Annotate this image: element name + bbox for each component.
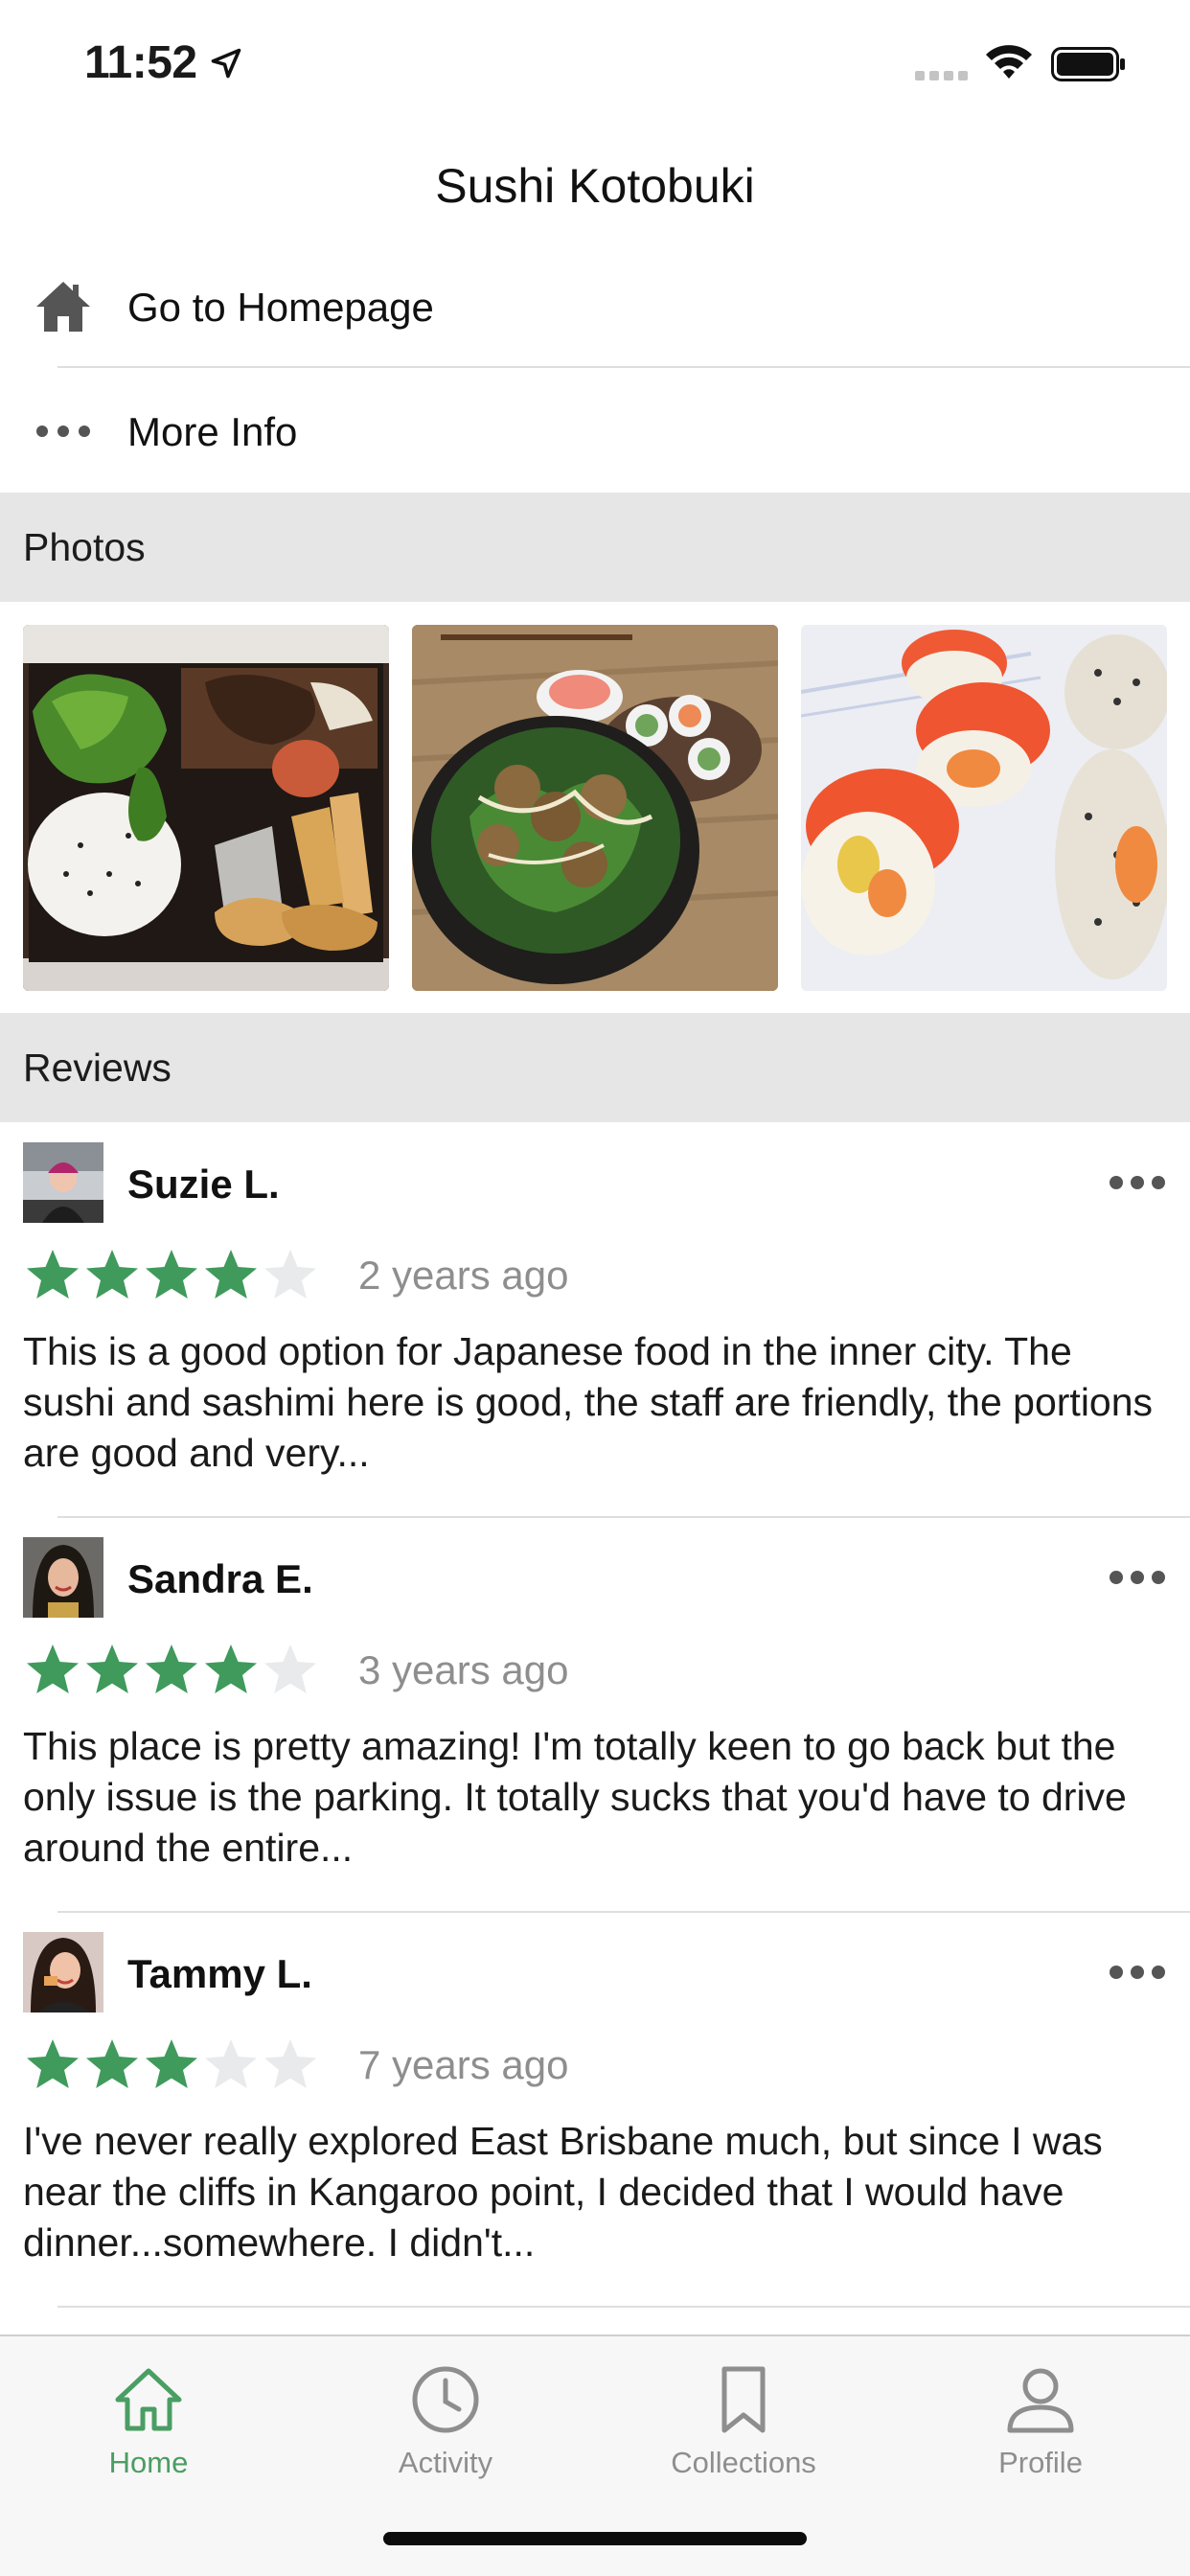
status-bar: 11:52 (0, 0, 1190, 129)
photo-strip (0, 602, 1190, 1012)
bookmark-icon (721, 2366, 766, 2433)
review-text: This is a good option for Japanese food … (23, 1329, 1154, 1475)
salad-bowl-image (412, 625, 778, 991)
tab-profile[interactable]: Profile (892, 2354, 1189, 2497)
more-options-icon[interactable] (1108, 1560, 1167, 1595)
star-filled-icon (205, 1644, 257, 1693)
review-item[interactable]: Tammy L. 7 years ago I've never really e… (0, 1913, 1190, 2308)
more-options-icon[interactable] (1108, 1955, 1167, 1990)
tab-profile-label: Profile (998, 2446, 1083, 2479)
reviewer-photo (23, 1537, 103, 1618)
house-icon (36, 282, 90, 332)
tab-activity-label: Activity (398, 2446, 493, 2479)
star-filled-icon (27, 2039, 79, 2088)
tab-home-label: Home (108, 2446, 189, 2479)
reviewer-name: Tammy L. (127, 1951, 312, 1996)
star-filled-icon (27, 1250, 79, 1299)
battery-icon (1051, 47, 1125, 81)
go-to-homepage-row[interactable]: Go to Homepage (0, 244, 1190, 367)
reviewer-name: Sandra E. (127, 1556, 313, 1601)
more-info-row[interactable]: More Info (0, 369, 1190, 492)
reviewer-photo (23, 1932, 103, 2012)
star-filled-icon (146, 2039, 197, 2088)
star-empty-icon (205, 2039, 257, 2088)
star-rating (23, 2036, 320, 2095)
divider (57, 366, 1190, 368)
star-empty-icon (264, 2039, 316, 2088)
bento-box-image (23, 625, 389, 991)
bento-box-photo[interactable] (23, 625, 389, 991)
photos-section-title: Photos (23, 525, 146, 569)
star-rating (23, 1641, 320, 1700)
tab-activity[interactable]: Activity (297, 2354, 594, 2497)
tab-collections[interactable]: Collections (595, 2354, 892, 2497)
review-time: 3 years ago (358, 1647, 569, 1692)
more-options-icon[interactable] (1108, 1165, 1167, 1200)
star-filled-icon (86, 2039, 138, 2088)
review-time: 2 years ago (358, 1253, 569, 1298)
more-info-label: More Info (127, 409, 298, 454)
home-icon (115, 2368, 182, 2431)
review-text: This place is pretty amazing! I'm totall… (23, 1724, 1127, 1870)
star-filled-icon (86, 1250, 138, 1299)
tab-home[interactable]: Home (0, 2354, 297, 2497)
star-rating (23, 1246, 320, 1305)
status-time: 11:52 (84, 37, 197, 88)
star-filled-icon (86, 1644, 138, 1693)
star-filled-icon (27, 1644, 79, 1693)
divider (57, 2306, 1190, 2308)
more-horizontal-icon (36, 426, 90, 437)
location-arrow-icon (211, 48, 241, 79)
avatar[interactable] (23, 1537, 103, 1618)
wifi-icon (986, 45, 1032, 79)
photos-section-header: Photos (0, 493, 1190, 602)
sushi-rolls-image (801, 625, 1167, 991)
review-item[interactable]: Sandra E. 3 years ago This place is pret… (0, 1518, 1190, 1913)
star-filled-icon (205, 1250, 257, 1299)
sushi-rolls-photo[interactable] (801, 625, 1167, 991)
reviews-section-title: Reviews (23, 1046, 172, 1090)
person-icon (1007, 2368, 1074, 2433)
review-text: I've never really explored East Brisbane… (23, 2119, 1103, 2265)
home-indicator (383, 2532, 807, 2545)
salad-bowl-photo[interactable] (412, 625, 778, 991)
avatar[interactable] (23, 1932, 103, 2012)
star-filled-icon (146, 1644, 197, 1693)
star-filled-icon (146, 1250, 197, 1299)
star-empty-icon (264, 1644, 316, 1693)
reviews-section-header: Reviews (0, 1013, 1190, 1122)
avatar[interactable] (23, 1142, 103, 1223)
reviewer-name: Suzie L. (127, 1162, 280, 1207)
review-time: 7 years ago (358, 2042, 569, 2087)
star-empty-icon (264, 1250, 316, 1299)
cellular-signal-icon (915, 71, 968, 80)
tab-collections-label: Collections (671, 2446, 816, 2479)
page-title: Sushi Kotobuki (435, 159, 755, 213)
clock-icon (412, 2366, 479, 2433)
go-to-homepage-label: Go to Homepage (127, 285, 434, 330)
reviewer-photo (23, 1142, 103, 1223)
review-item[interactable]: Suzie L. 2 years ago This is a good opti… (0, 1123, 1190, 1518)
